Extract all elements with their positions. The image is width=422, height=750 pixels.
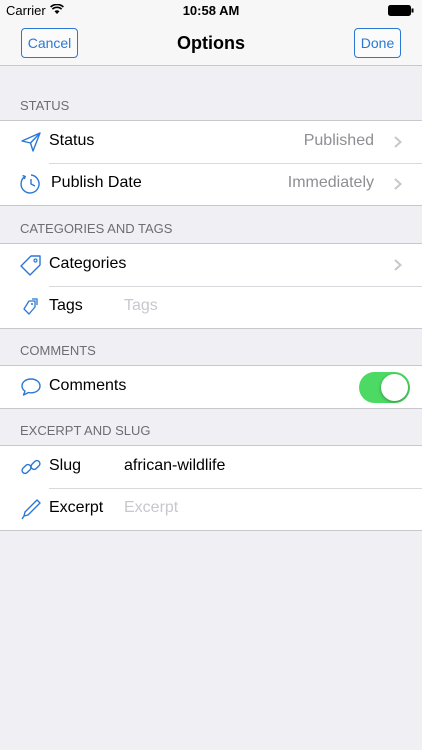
slug-row: Slug african-wildlife (0, 446, 422, 488)
publish-date-row[interactable]: Publish Date Immediately (0, 163, 422, 205)
toggle-knob (381, 374, 408, 401)
comments-label: Comments (49, 377, 127, 394)
pen-icon (21, 499, 41, 520)
publish-date-value: Immediately (287, 174, 374, 191)
comments-section-header: COMMENTS (20, 343, 96, 358)
tag-icon (20, 255, 41, 276)
clock-time: 10:58 AM (182, 3, 240, 18)
status-bar: Carrier 10:58 AM (0, 0, 422, 22)
status-label: Status (49, 132, 95, 149)
tags-row[interactable]: Tags Tags (0, 286, 422, 328)
excerpt-input[interactable]: Excerpt (124, 499, 178, 517)
categories-row[interactable]: Categories (0, 244, 422, 286)
slug-input[interactable]: african-wildlife (124, 457, 225, 475)
comments-row: Comments (0, 366, 422, 408)
comments-group: Comments (0, 365, 422, 409)
chevron-right-icon (394, 178, 402, 190)
excerpt-slug-group: Slug african-wildlife Excerpt Excerpt (0, 445, 422, 531)
status-value: Published (303, 132, 374, 149)
clock-icon (20, 174, 40, 194)
chevron-right-icon (394, 136, 402, 148)
slug-label: Slug (49, 457, 82, 474)
status-row[interactable]: Status Published (0, 121, 422, 163)
navigation-bar: Cancel Options Done (0, 22, 422, 66)
paper-plane-icon (21, 132, 41, 152)
categories-tags-section-header: CATEGORIES AND TAGS (20, 221, 173, 236)
excerpt-slug-section-header: EXCERPT AND SLUG (20, 423, 151, 438)
tags-label: Tags (49, 297, 83, 314)
tags-input[interactable]: Tags (124, 297, 158, 315)
excerpt-label: Excerpt (49, 499, 104, 516)
excerpt-row: Excerpt Excerpt (0, 488, 422, 530)
categories-label: Categories (49, 255, 127, 272)
done-button[interactable]: Done (354, 28, 401, 58)
status-section-header: STATUS (20, 98, 70, 113)
publish-date-label: Publish Date (51, 174, 142, 191)
battery-icon (388, 5, 414, 16)
tags-icon (23, 298, 38, 315)
comments-toggle[interactable] (359, 372, 410, 403)
link-icon (21, 459, 41, 475)
chevron-right-icon (394, 259, 402, 271)
categories-tags-group: Categories Tags Tags (0, 243, 422, 329)
speech-bubble-icon (21, 378, 41, 396)
status-group: Status Published Publish Date Immediatel… (0, 120, 422, 206)
